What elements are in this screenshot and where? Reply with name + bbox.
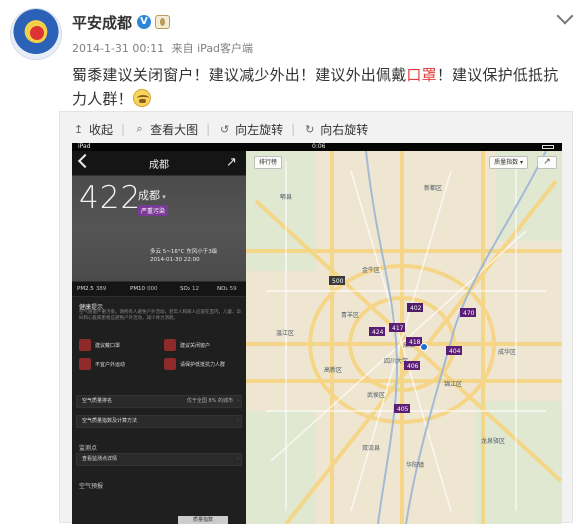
nav-city-title: 成都: [149, 160, 169, 171]
advice-item: 建议关闭窗户: [164, 339, 246, 353]
so2-reading: SO₂ 12: [180, 286, 200, 292]
advice-item: 建议戴口罩: [79, 339, 161, 353]
advice-item: 请保护低抵抗力人群: [164, 358, 246, 372]
advice-item: 不宜户外运动: [79, 358, 161, 372]
author-name[interactable]: 平安成都: [72, 12, 132, 33]
rotate-right-icon: ↻: [305, 122, 315, 136]
svg-text:424: 424: [372, 329, 384, 336]
embedded-ipad-screenshot[interactable]: iPad 0:06 成都 ↗ 422 成都 严重污染 多云 5~16°C 东风小…: [72, 143, 562, 524]
rotate-left-icon: ↺: [220, 122, 230, 136]
svg-text:404: 404: [449, 348, 461, 355]
image-actions: ↥ 收起 | ⌕ 查看大图 | ↺ 向左旋转 | ↻ 向右旋转: [72, 120, 376, 138]
pm25-reading: PM2.5 389: [77, 286, 107, 292]
no2-reading: NO₂ 59: [217, 286, 237, 292]
svg-text:418: 418: [409, 339, 421, 346]
svg-text:武侯区: 武侯区: [367, 391, 385, 399]
ipad-status-bar: iPad 0:06: [72, 143, 562, 151]
rotate-right-button[interactable]: ↻ 向右旋转: [303, 121, 368, 138]
svg-text:温江区: 温江区: [276, 329, 294, 337]
svg-text:金牛区: 金牛区: [362, 266, 380, 274]
chevron-right-icon: ›: [237, 456, 239, 462]
expanded-image-panel: ↥ 收起 | ⌕ 查看大图 | ↺ 向左旋转 | ↻ 向右旋转 iPad 0:06 成都 ↗ …: [59, 111, 573, 524]
more-options-chevron-icon[interactable]: [556, 7, 574, 25]
svg-text:406: 406: [407, 363, 419, 370]
chevron-right-icon: ›: [237, 398, 239, 404]
svg-text:郫县: 郫县: [280, 193, 292, 201]
weather-info: 多云 5~16°C 东风小于3级 2014-01-30 22:00: [150, 249, 218, 263]
people-icon: [164, 358, 176, 370]
window-icon: [164, 339, 176, 351]
mask-icon: [79, 339, 91, 351]
post-highlight[interactable]: 口罩: [406, 66, 436, 84]
post-text-part1: 蜀黍建议关闭窗户！建议减少外出！建议外出佩戴: [72, 66, 407, 84]
runner-icon: [79, 358, 91, 370]
svg-text:成华区: 成华区: [498, 348, 516, 356]
pm10-reading: PM10 000: [130, 286, 158, 292]
svg-text:青羊区: 青羊区: [341, 311, 359, 319]
post-time[interactable]: 2014-1-31 00:11: [72, 42, 164, 55]
mask-emoji-icon: [132, 89, 151, 107]
air-quality-navbar: 成都 ↗: [72, 151, 246, 176]
map-canvas: 新都区 郫县 青羊区 武侯区 双流县 锦江区 成华区 龙泉驿区 温江区 华阳镇 …: [246, 151, 562, 524]
svg-text:龙泉驿区: 龙泉驿区: [481, 437, 505, 445]
pollution-level-badge: 严重污染: [138, 205, 169, 216]
collapse-button[interactable]: ↥ 收起 |: [72, 121, 125, 138]
chevron-right-icon: ›: [237, 418, 239, 424]
aqi-method-row[interactable]: 空气质量指数及计算方法 ›: [76, 415, 242, 428]
view-large-button[interactable]: ⌕ 查看大图 |: [133, 121, 210, 138]
aqi-summary: 422 成都 严重污染 多云 5~16°C 东风小于3级 2014-01-30 …: [72, 176, 246, 281]
air-quality-panel: 成都 ↗ 422 成都 严重污染 多云 5~16°C 东风小于3级 2014-0…: [72, 151, 246, 524]
svg-text:双流县: 双流县: [362, 444, 380, 452]
aqi-map[interactable]: 新都区 郫县 青羊区 武侯区 双流县 锦江区 成华区 龙泉驿区 温江区 华阳镇 …: [246, 151, 562, 524]
member-medal-icon: [155, 15, 170, 29]
aqi-value: 422: [79, 180, 142, 216]
rotate-left-button[interactable]: ↺ 向左旋转 |: [218, 121, 295, 138]
svg-text:402: 402: [410, 305, 422, 312]
monitoring-section-title: 监测点: [79, 445, 98, 452]
svg-text:高新区: 高新区: [324, 366, 342, 374]
svg-text:新都区: 新都区: [424, 184, 442, 192]
post-source[interactable]: iPad客户端: [197, 42, 253, 55]
post-text: 蜀黍建议关闭窗户！建议减少外出！建议外出佩戴口罩！建议保护低抵抗力人群！: [72, 63, 572, 111]
svg-text:锦江区: 锦江区: [444, 380, 462, 388]
svg-text:500: 500: [332, 278, 344, 285]
map-share-icon[interactable]: ↗: [537, 156, 557, 169]
pollutant-strip: PM2.5 389 PM10 000 SO₂ 12 NO₂ 59: [72, 281, 246, 297]
share-icon[interactable]: ↗: [226, 156, 238, 169]
post-meta: 2014-1-31 00:11 来自 iPad客户端: [72, 40, 253, 56]
aqi-ranking-row[interactable]: 空气质量排名 优于全国 8% 的城市 ›: [76, 395, 242, 408]
svg-text:470: 470: [463, 310, 475, 317]
aqi-city[interactable]: 成都: [138, 187, 166, 203]
chevron-down-icon: ▾: [518, 159, 523, 166]
ranking-button[interactable]: 排行榜: [254, 156, 283, 169]
author-avatar[interactable]: [10, 8, 62, 60]
quality-index-dropdown[interactable]: 质量指数 ▾: [489, 156, 528, 169]
svg-text:417: 417: [392, 325, 404, 332]
svg-text:华阳镇: 华阳镇: [406, 461, 424, 469]
health-advice-desc: 空气质量严重污染。请所有人避免户外活动，老年人和病人应留在室内，儿童、孕妇和心脏…: [79, 310, 241, 321]
source-prefix: 来自: [171, 42, 194, 55]
collapse-icon: ↥: [73, 122, 84, 136]
magnifier-icon: ⌕: [136, 122, 143, 135]
battery-icon: [542, 145, 554, 149]
monitoring-row[interactable]: 查看监测点详情 ›: [76, 453, 242, 466]
verified-badge-icon: V: [137, 15, 151, 29]
svg-text:405: 405: [397, 406, 409, 413]
forecast-section-title: 空气预报: [79, 483, 104, 490]
health-advice: 健康提示 空气质量严重污染。请所有人避免户外活动，老年人和病人应留在室内，儿童、…: [72, 297, 246, 389]
